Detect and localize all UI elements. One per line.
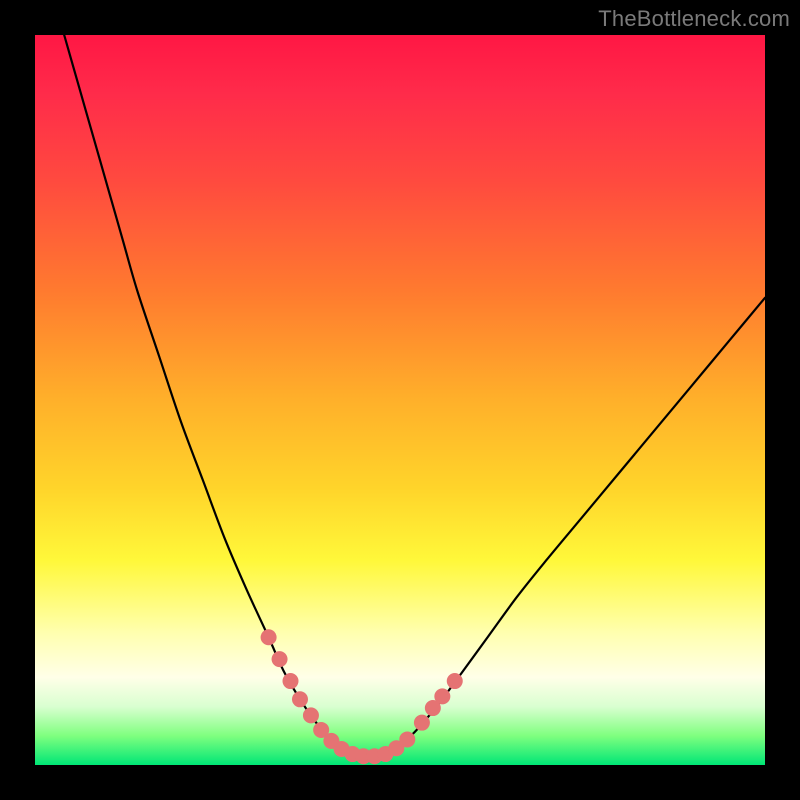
curve-marker [283,673,299,689]
plot-area [35,35,765,765]
chart-frame: TheBottleneck.com [0,0,800,800]
watermark-text: TheBottleneck.com [598,6,790,32]
curve-marker [272,651,288,667]
curve-marker [292,691,308,707]
curve-marker [447,673,463,689]
curve-marker [261,629,277,645]
curve-marker [434,688,450,704]
bottleneck-curve [64,35,765,757]
curve-marker [414,715,430,731]
curve-marker [399,731,415,747]
curve-svg [35,35,765,765]
curve-marker [303,707,319,723]
curve-markers [261,629,463,764]
